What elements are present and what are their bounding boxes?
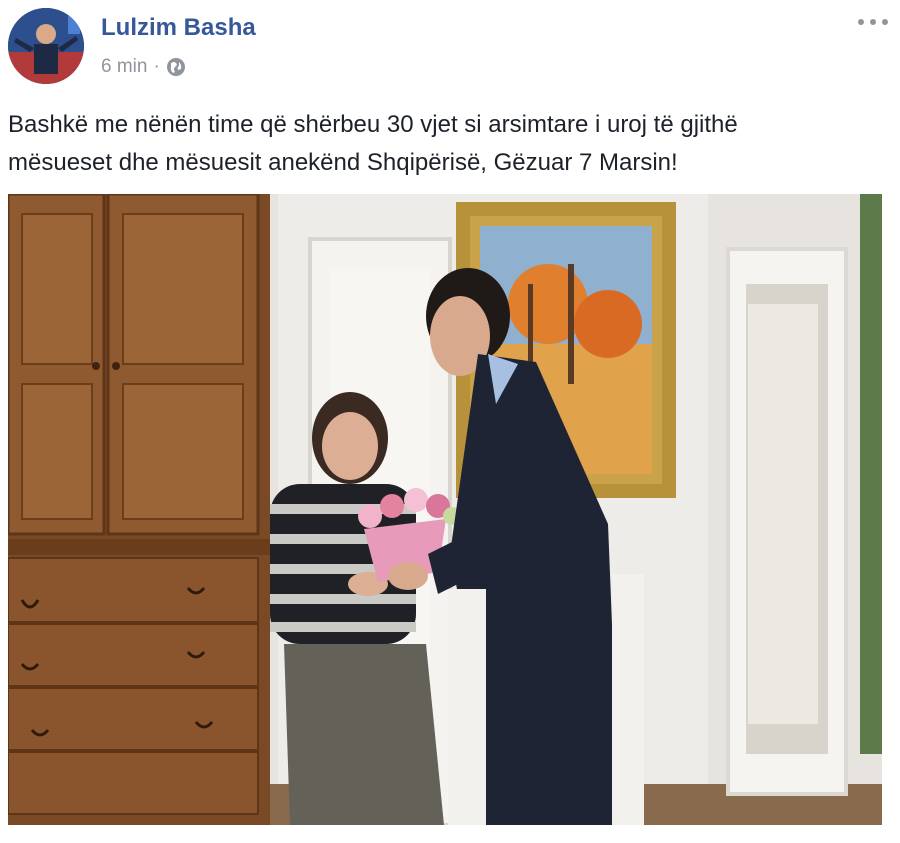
avatar-photo: [8, 8, 84, 84]
post-photo[interactable]: [8, 194, 882, 825]
post-text-line: mësueset dhe mësuesit anekënd Shqipërisë…: [8, 149, 678, 176]
photo-scene: [8, 194, 882, 825]
author-avatar[interactable]: [8, 8, 84, 84]
post-text: Bashkë me nënën time që shërbeu 30 vjet …: [8, 106, 888, 182]
meta-separator: ·: [153, 56, 160, 77]
post-text-line: Bashkë me nënën time që shërbeu 30 vjet …: [8, 111, 738, 138]
post-timestamp[interactable]: 6 min: [101, 56, 147, 78]
globe-icon[interactable]: [166, 57, 186, 77]
post-meta: 6 min ·: [101, 56, 186, 78]
author-name[interactable]: Lulzim Basha: [101, 14, 256, 42]
more-options-icon[interactable]: [858, 12, 888, 32]
